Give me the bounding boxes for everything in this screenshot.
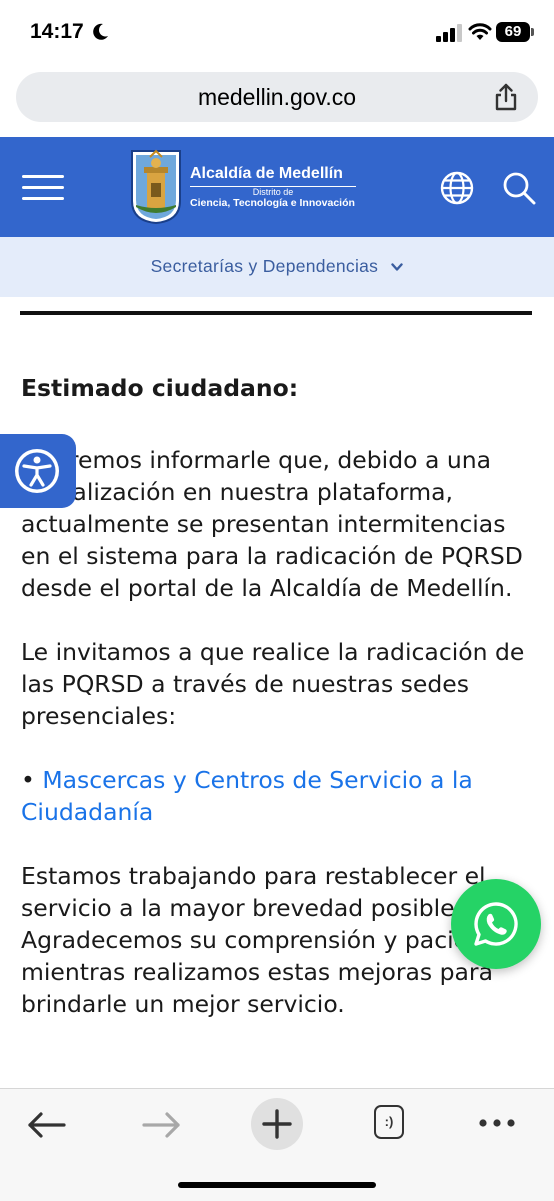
menu-icon[interactable] <box>22 175 64 201</box>
medellin-emblem-icon <box>131 149 181 225</box>
accessibility-icon[interactable] <box>12 446 62 496</box>
share-icon[interactable] <box>492 82 520 112</box>
forward-arrow-icon[interactable] <box>136 1103 186 1147</box>
wifi-icon <box>468 23 492 40</box>
battery-cap <box>531 28 534 36</box>
notice-paragraph-2: Le invitamos a que realice la radicación… <box>21 638 525 730</box>
logo-subtitle-tagline: Ciencia, Tecnología e Innovación <box>190 197 355 209</box>
secretarias-dropdown[interactable]: Secretarías y Dependencias <box>0 237 554 297</box>
subnav-label-wrap[interactable]: Secretarías y Dependencias <box>0 256 554 277</box>
notice-paragraph-1: Queremos informarle que, debido a una ac… <box>21 446 523 602</box>
globe-icon[interactable] <box>440 171 474 205</box>
signal-icon <box>436 24 462 42</box>
back-arrow-icon[interactable] <box>22 1103 72 1147</box>
bullet-marker: • <box>21 766 43 794</box>
home-indicator <box>178 1182 376 1188</box>
subnav-label[interactable]: Secretarías y Dependencias <box>151 256 379 276</box>
logo-subtitle-district: Distrito de <box>252 187 294 197</box>
more-options-icon[interactable] <box>472 1103 522 1147</box>
content-divider <box>20 311 532 315</box>
battery-indicator: 69 <box>496 22 530 42</box>
status-time: 14:17 <box>30 20 84 43</box>
notice-greeting: Estimado ciudadano: <box>21 374 299 402</box>
mascercas-link[interactable]: Mascercas y Centros de Servicio a la Ciu… <box>21 766 473 826</box>
search-icon[interactable] <box>502 171 536 205</box>
tabs-count: :) <box>384 1114 394 1129</box>
status-bar: 14:17 69 <box>0 0 554 64</box>
address-bar[interactable]: medellin.gov.co <box>16 72 538 122</box>
chevron-down-icon[interactable] <box>391 263 404 272</box>
url-text[interactable]: medellin.gov.co <box>16 84 538 111</box>
tabs-button[interactable]: :) <box>366 1103 416 1147</box>
notice-bullet-item: • Mascercas y Centros de Servicio a la C… <box>21 764 533 828</box>
whatsapp-button[interactable] <box>451 879 541 969</box>
logo-title: Alcaldía de Medellín <box>190 165 343 182</box>
whatsapp-icon[interactable] <box>473 901 519 947</box>
new-tab-icon[interactable] <box>250 1097 304 1151</box>
moon-icon <box>93 23 108 40</box>
tabs-icon[interactable]: :) <box>374 1105 404 1139</box>
site-header: Alcaldía de Medellín Distrito de Ciencia… <box>0 137 554 237</box>
accessibility-button[interactable] <box>0 434 76 508</box>
